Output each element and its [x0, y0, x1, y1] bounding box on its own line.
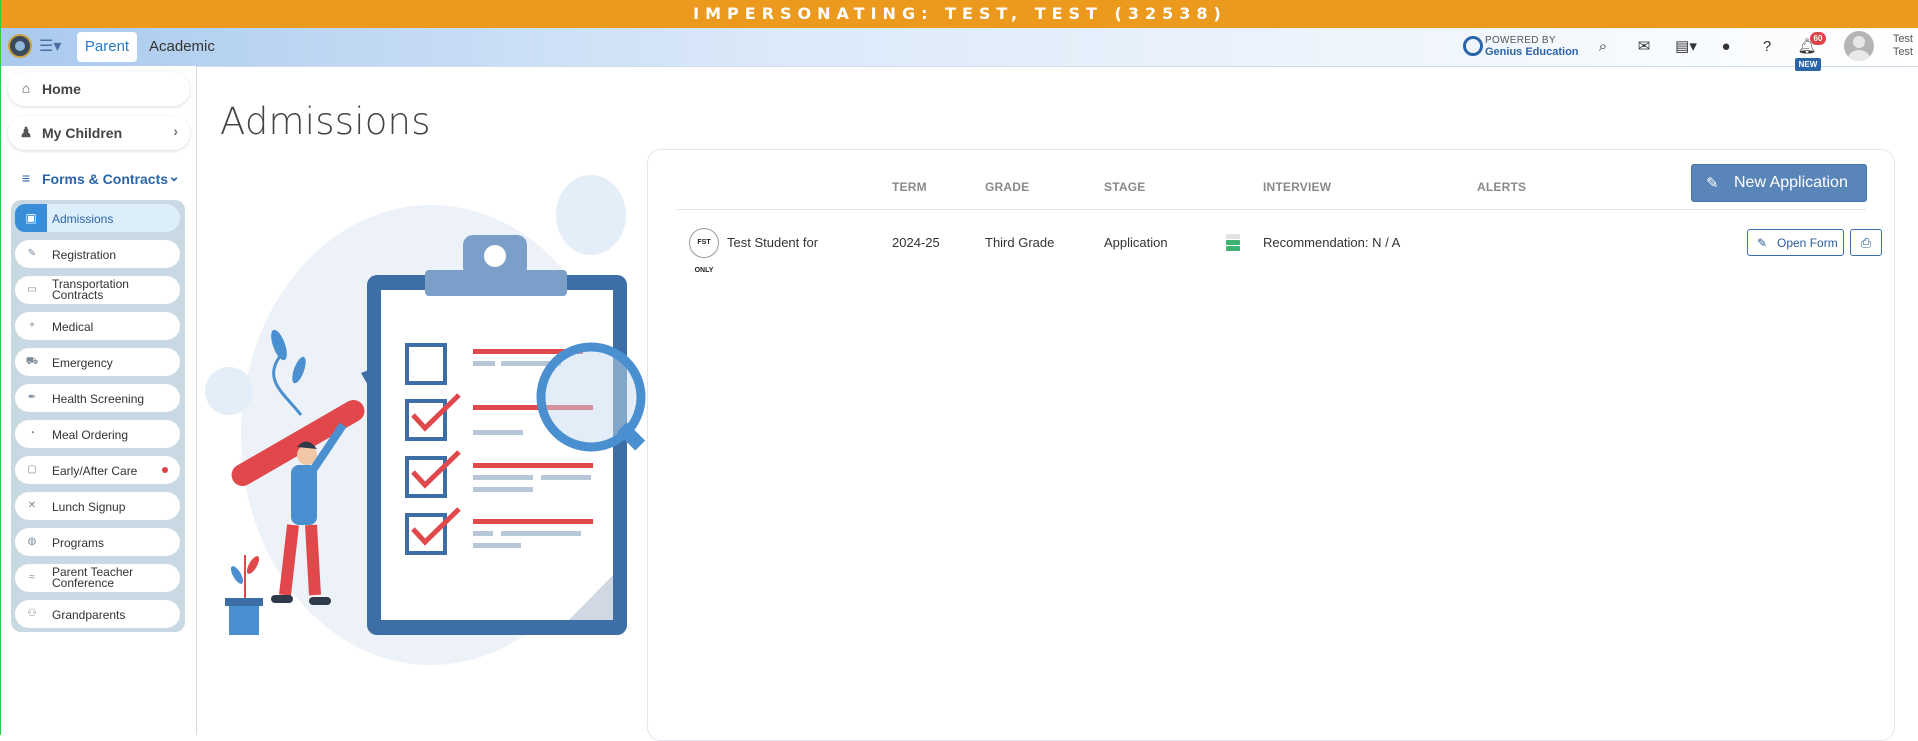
stage-cell: Application: [1104, 235, 1168, 250]
help-icon[interactable]: ?: [1756, 36, 1778, 58]
hamburger-menu-icon[interactable]: ☰▾: [39, 37, 65, 57]
term-cell: 2024-25: [892, 235, 940, 250]
sidebar-item-registration[interactable]: ✎ Registration: [15, 240, 180, 268]
tab-academic[interactable]: Academic: [149, 32, 215, 62]
archive-dropdown-icon[interactable]: ▤▾: [1673, 36, 1699, 58]
pencil-icon: ✎: [1706, 175, 1719, 192]
new-application-button[interactable]: ✎ New Application: [1691, 164, 1867, 202]
mail-icon[interactable]: ✉: [1633, 36, 1655, 58]
sidebar-item-parent-teacher-conference[interactable]: ≈ Parent Teacher Conference: [15, 564, 180, 592]
chevron-right-icon: ›: [173, 123, 178, 139]
sidebar-item-home[interactable]: ⌂ Home: [8, 72, 190, 106]
home-icon: ⌂: [21, 80, 31, 96]
people-icon: ⚇: [27, 608, 37, 619]
school-logo-icon[interactable]: [8, 34, 32, 58]
meal-icon: ◔: [28, 428, 36, 439]
new-tag: NEW: [1795, 58, 1821, 71]
alert-dot: [162, 467, 168, 473]
page-title: Admissions: [220, 100, 431, 143]
column-header-term: TERM: [892, 180, 927, 194]
tab-parent[interactable]: Parent: [77, 32, 137, 62]
notification-count-badge: 60: [1810, 32, 1826, 45]
user-name[interactable]: Test Test: [1879, 33, 1913, 59]
pencil-icon: ✎: [1757, 236, 1768, 250]
user-avatar[interactable]: [1844, 31, 1874, 61]
search-icon[interactable]: ⌕: [1592, 36, 1614, 58]
top-navigation-bar: ☰▾ Parent Academic POWERED BY Genius Edu…: [1, 28, 1918, 67]
genius-education-label: Genius Education: [1485, 46, 1579, 58]
sidebar-item-grandparents[interactable]: ⚇ Grandparents: [15, 600, 180, 628]
column-header-alerts: ALERTS: [1477, 180, 1527, 194]
student-school-logo: FST ONLY: [689, 228, 719, 274]
impersonation-banner: IMPERSONATING: TEST, TEST (32538): [1, 0, 1918, 28]
sidebar-item-medical[interactable]: + Medical: [15, 312, 180, 340]
clipboard-icon: ▣: [15, 204, 47, 232]
ambulance-icon: ⛟: [25, 356, 39, 367]
sidebar-item-forms-contracts[interactable]: ≡ Forms & Contracts ⌄: [8, 162, 190, 196]
sidebar-item-meal-ordering[interactable]: ◔ Meal Ordering: [15, 420, 180, 448]
child-icon: ♟: [19, 124, 33, 140]
table-row: FST ONLY Test Student for 2024-25 Third …: [676, 218, 1882, 274]
genius-gear-icon: [1463, 36, 1483, 56]
forms-submenu: ▣ Admissions ✎ Registration ▭ Transporta…: [11, 200, 185, 632]
sidebar-item-programs[interactable]: ◍ Programs: [15, 528, 180, 556]
grade-cell: Third Grade: [985, 235, 1055, 250]
powered-by-genius: POWERED BY Genius Education: [1463, 34, 1583, 60]
open-form-button[interactable]: ✎ Open Form: [1747, 229, 1844, 256]
sidebar-item-transportation[interactable]: ▭ Transportation Contracts: [15, 276, 180, 304]
calendar-icon: ▢: [27, 464, 37, 475]
column-header-stage: STAGE: [1104, 180, 1146, 194]
admissions-panel: ✎ New Application TERM GRADE STAGE INTER…: [647, 149, 1895, 741]
chevron-down-icon: ⌄: [168, 168, 180, 184]
powered-by-label: POWERED BY: [1485, 35, 1556, 46]
stage-progress-icon: [1226, 234, 1240, 252]
admissions-illustration: [205, 175, 646, 665]
interview-cell: Recommendation: N / A: [1263, 235, 1401, 250]
utensils-icon: ✕: [27, 500, 37, 511]
student-name: Test Student for: [727, 235, 819, 250]
edit-form-icon: ✎: [27, 248, 37, 259]
handshake-icon: ≈: [29, 572, 35, 583]
column-header-interview: INTERVIEW: [1263, 180, 1332, 194]
header-divider: [676, 209, 1866, 210]
column-header-grade: GRADE: [985, 180, 1030, 194]
sidebar: ⌂ Home ♟ My Children › ≡ Forms & Contrac…: [1, 66, 197, 735]
pen-icon: ✒: [27, 392, 37, 403]
sidebar-item-health-screening[interactable]: ✒ Health Screening: [15, 384, 180, 412]
chat-icon[interactable]: ●: [1715, 36, 1737, 58]
sidebar-item-lunch-signup[interactable]: ✕ Lunch Signup: [15, 492, 180, 520]
medical-icon: +: [29, 320, 35, 331]
printer-icon: ⎙: [1860, 235, 1872, 250]
sidebar-item-my-children[interactable]: ♟ My Children ›: [8, 116, 190, 150]
sidebar-item-emergency[interactable]: ⛟ Emergency: [15, 348, 180, 376]
sidebar-item-early-after-care[interactable]: ▢ Early/After Care: [15, 456, 180, 484]
sidebar-item-admissions[interactable]: ▣ Admissions: [15, 204, 180, 232]
person-icon: ◍: [27, 536, 37, 547]
print-button[interactable]: ⎙: [1850, 229, 1882, 256]
list-icon: ≡: [21, 170, 31, 186]
bus-icon: ▭: [27, 284, 37, 295]
